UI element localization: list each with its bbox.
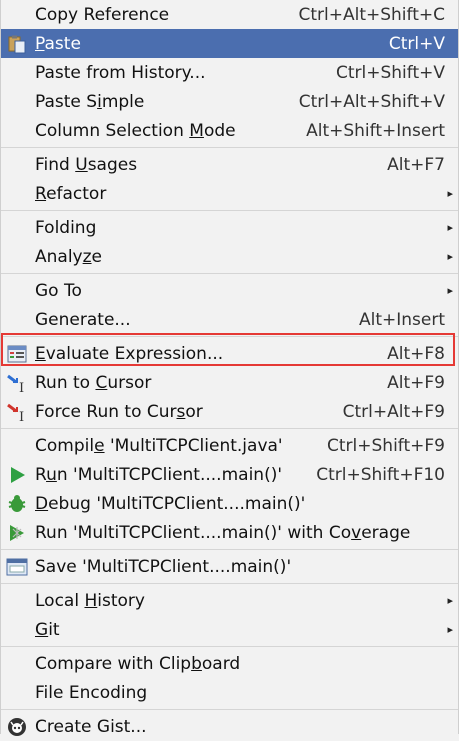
coverage-icon [6, 523, 28, 543]
menu-separator [1, 273, 458, 274]
menu-item-column-selection-mode[interactable]: Column Selection Mode Alt+Shift+Insert [1, 116, 458, 145]
menu-item-paste-from-history[interactable]: Paste from History... Ctrl+Shift+V [1, 58, 458, 87]
menu-item-run-with-coverage[interactable]: Run 'MultiTCPClient....main()' with Cove… [1, 518, 458, 547]
menu-item-label: Refactor [35, 183, 107, 204]
svg-text:I: I [19, 410, 24, 422]
menu-item-git[interactable]: Git ▸ [1, 615, 458, 644]
run-play-icon [6, 465, 28, 485]
run-to-cursor-icon: I [6, 373, 28, 393]
menu-item-label: Run 'MultiTCPClient....main()' [35, 464, 283, 485]
menu-item-file-encoding[interactable]: File Encoding [1, 678, 458, 707]
menu-separator [1, 428, 458, 429]
menu-item-analyze[interactable]: Analyze ▸ [1, 242, 458, 271]
menu-item-label: Paste from History... [35, 62, 206, 83]
menu-item-run-to-cursor[interactable]: I Run to Cursor Alt+F9 [1, 368, 458, 397]
submenu-arrow-icon: ▸ [447, 250, 453, 263]
force-run-to-cursor-icon: I [6, 402, 28, 422]
menu-item-label: Git [35, 619, 60, 640]
menu-item-local-history[interactable]: Local History ▸ [1, 586, 458, 615]
submenu-arrow-icon: ▸ [447, 221, 453, 234]
menu-item-label: Compare with Clipboard [35, 653, 241, 674]
menu-item-shortcut: Alt+F8 [387, 343, 445, 364]
menu-item-label: Paste [35, 33, 81, 54]
menu-item-label: Go To [35, 280, 82, 301]
menu-item-paste-simple[interactable]: Paste Simple Ctrl+Alt+Shift+V [1, 87, 458, 116]
menu-item-shortcut: Ctrl+Shift+F10 [316, 464, 445, 485]
menu-item-label: Run 'MultiTCPClient....main()' with Cove… [35, 522, 411, 543]
menu-item-generate[interactable]: Generate... Alt+Insert [1, 305, 458, 334]
menu-item-shortcut: Ctrl+Alt+F9 [342, 401, 445, 422]
menu-item-refactor[interactable]: Refactor ▸ [1, 179, 458, 208]
menu-item-run[interactable]: Run 'MultiTCPClient....main()' Ctrl+Shift… [1, 460, 458, 489]
menu-item-save-run-config[interactable]: Save 'MultiTCPClient....main()' [1, 552, 458, 581]
svg-text:I: I [19, 381, 24, 393]
menu-item-force-run-to-cursor[interactable]: I Force Run to Cursor Ctrl+Alt+F9 [1, 397, 458, 426]
menu-separator [1, 646, 458, 647]
menu-separator [1, 709, 458, 710]
evaluate-calculator-icon [6, 344, 28, 364]
menu-separator [1, 583, 458, 584]
menu-item-find-usages[interactable]: Find Usages Alt+F7 [1, 150, 458, 179]
menu-item-shortcut: Ctrl+Alt+Shift+V [298, 91, 445, 112]
menu-item-compare-with-clipboard[interactable]: Compare with Clipboard [1, 649, 458, 678]
menu-item-label: Save 'MultiTCPClient....main()' [35, 556, 292, 577]
menu-item-debug[interactable]: Debug 'MultiTCPClient....main()' [1, 489, 458, 518]
menu-item-shortcut: Ctrl+Alt+Shift+C [298, 4, 445, 25]
menu-item-label: Copy Reference [35, 4, 170, 25]
menu-item-go-to[interactable]: Go To ▸ [1, 276, 458, 305]
menu-separator [1, 336, 458, 337]
menu-item-label: Column Selection Mode [35, 120, 236, 141]
menu-item-label: Local History [35, 590, 145, 611]
menu-item-label: Find Usages [35, 154, 138, 175]
menu-item-paste[interactable]: Paste Ctrl+V [1, 29, 458, 58]
menu-item-label: Folding [35, 217, 97, 238]
submenu-arrow-icon: ▸ [447, 187, 453, 200]
menu-separator [1, 549, 458, 550]
menu-item-compile[interactable]: Compile 'MultiTCPClient.java' Ctrl+Shift+… [1, 431, 458, 460]
menu-item-label: Paste Simple [35, 91, 145, 112]
menu-item-label: File Encoding [35, 682, 148, 703]
menu-item-create-gist[interactable]: Create Gist... [1, 712, 458, 741]
menu-item-label: Analyze [35, 246, 103, 267]
menu-separator [1, 210, 458, 211]
menu-item-shortcut: Ctrl+V [388, 33, 445, 54]
menu-item-label: Force Run to Cursor [35, 401, 203, 422]
save-config-icon [6, 557, 28, 577]
menu-item-shortcut: Alt+F9 [387, 372, 445, 393]
menu-item-label: Generate... [35, 309, 131, 330]
menu-item-folding[interactable]: Folding ▸ [1, 213, 458, 242]
menu-separator [1, 147, 458, 148]
editor-context-menu: Copy Reference Ctrl+Alt+Shift+C Paste Ctrl+… [0, 0, 459, 737]
menu-item-shortcut: Alt+Shift+Insert [306, 120, 445, 141]
menu-item-shortcut: Ctrl+Shift+F9 [327, 435, 445, 456]
debug-bug-icon [6, 494, 28, 514]
menu-item-copy-reference[interactable]: Copy Reference Ctrl+Alt+Shift+C [1, 0, 458, 29]
menu-item-evaluate-expression[interactable]: Evaluate Expression... Alt+F8 [1, 339, 458, 368]
clipboard-paste-icon [6, 34, 28, 54]
menu-item-label: Debug 'MultiTCPClient....main()' [35, 493, 306, 514]
menu-item-shortcut: Alt+Insert [358, 309, 445, 330]
menu-item-shortcut: Ctrl+Shift+V [335, 62, 445, 83]
menu-item-label: Compile 'MultiTCPClient.java' [35, 435, 283, 456]
menu-item-shortcut: Alt+F7 [387, 154, 445, 175]
menu-item-label: Run to Cursor [35, 372, 152, 393]
submenu-arrow-icon: ▸ [447, 623, 453, 636]
submenu-arrow-icon: ▸ [447, 284, 453, 297]
submenu-arrow-icon: ▸ [447, 594, 453, 607]
menu-item-label: Evaluate Expression... [35, 343, 224, 364]
